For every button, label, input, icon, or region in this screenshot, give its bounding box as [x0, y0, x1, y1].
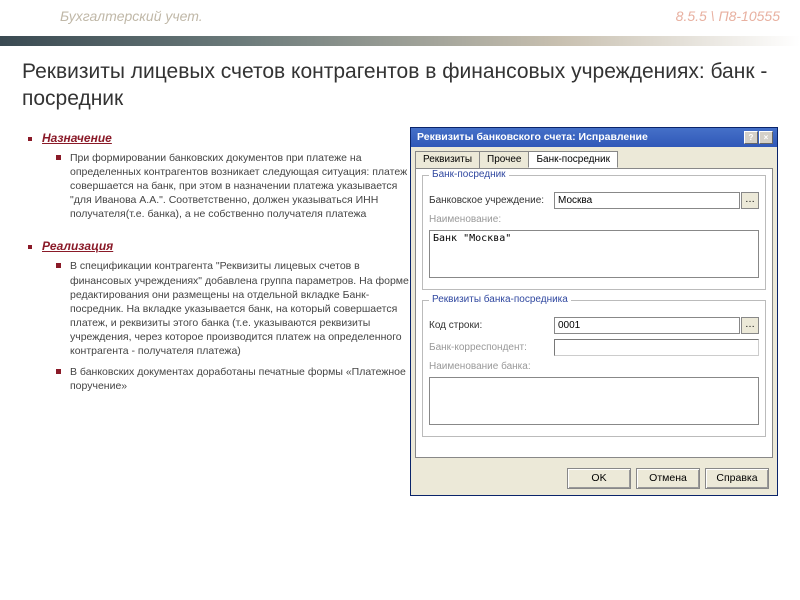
bank-name-textarea[interactable]	[429, 377, 759, 425]
dialog-window: Реквизиты банковского счета: Исправление…	[410, 127, 778, 496]
bank-institution-input[interactable]	[554, 192, 740, 209]
correspondent-bank-input[interactable]	[554, 339, 759, 356]
correspondent-bank-label: Банк-корреспондент:	[429, 342, 554, 353]
name-textarea[interactable]	[429, 230, 759, 278]
slide-header: Бухгалтерский учет. 8.5.5 \ П8-10555	[0, 0, 800, 36]
help-button[interactable]: Справка	[705, 468, 769, 489]
header-title: Бухгалтерский учет.	[60, 8, 203, 36]
tab-other[interactable]: Прочее	[479, 151, 529, 168]
help-window-icon[interactable]: ?	[744, 131, 758, 144]
tab-panel: Банк-посредник Банковское учреждение: … …	[415, 168, 773, 458]
header-version: 8.5.5 \ П8-10555	[676, 8, 780, 36]
bank-name-label: Наименование банка:	[429, 361, 554, 372]
page-title: Реквизиты лицевых счетов контрагентов в …	[0, 58, 800, 113]
section-heading-purpose: Назначение	[42, 131, 410, 145]
tab-bank-intermediary[interactable]: Банк-посредник	[528, 151, 618, 168]
ok-button[interactable]: OK	[567, 468, 631, 489]
name-label: Наименование:	[429, 214, 554, 225]
cancel-button[interactable]: Отмена	[636, 468, 700, 489]
dialog-title: Реквизиты банковского счета: Исправление	[417, 131, 648, 143]
code-line-label: Код строки:	[429, 320, 554, 331]
groupbox-intermediary-requisites: Реквизиты банка-посредника Код строки: ……	[422, 300, 766, 437]
bank-institution-label: Банковское учреждение:	[429, 195, 554, 206]
groupbox-title: Банк-посредник	[429, 169, 509, 180]
ellipsis-icon[interactable]: …	[741, 317, 759, 334]
close-icon[interactable]: ×	[759, 131, 773, 144]
ellipsis-icon[interactable]: …	[741, 192, 759, 209]
code-line-input[interactable]	[554, 317, 740, 334]
list-item: При формировании банковских документов п…	[70, 151, 410, 222]
implementation-list: В спецификации контрагента "Реквизиты ли…	[12, 259, 410, 393]
header-gradient	[0, 36, 800, 46]
tab-requisites[interactable]: Реквизиты	[415, 151, 480, 168]
section-heading-implementation: Реализация	[42, 239, 410, 253]
dialog-titlebar[interactable]: Реквизиты банковского счета: Исправление…	[411, 128, 777, 147]
groupbox-title: Реквизиты банка-посредника	[429, 294, 571, 305]
list-item: В банковских документах доработаны печат…	[70, 365, 410, 393]
groupbox-bank-intermediary: Банк-посредник Банковское учреждение: … …	[422, 175, 766, 290]
tab-row: Реквизиты Прочее Банк-посредник	[411, 147, 777, 168]
list-item: В спецификации контрагента "Реквизиты ли…	[70, 259, 410, 358]
dialog-button-bar: OK Отмена Справка	[411, 462, 777, 495]
purpose-list: При формировании банковских документов п…	[12, 151, 410, 222]
